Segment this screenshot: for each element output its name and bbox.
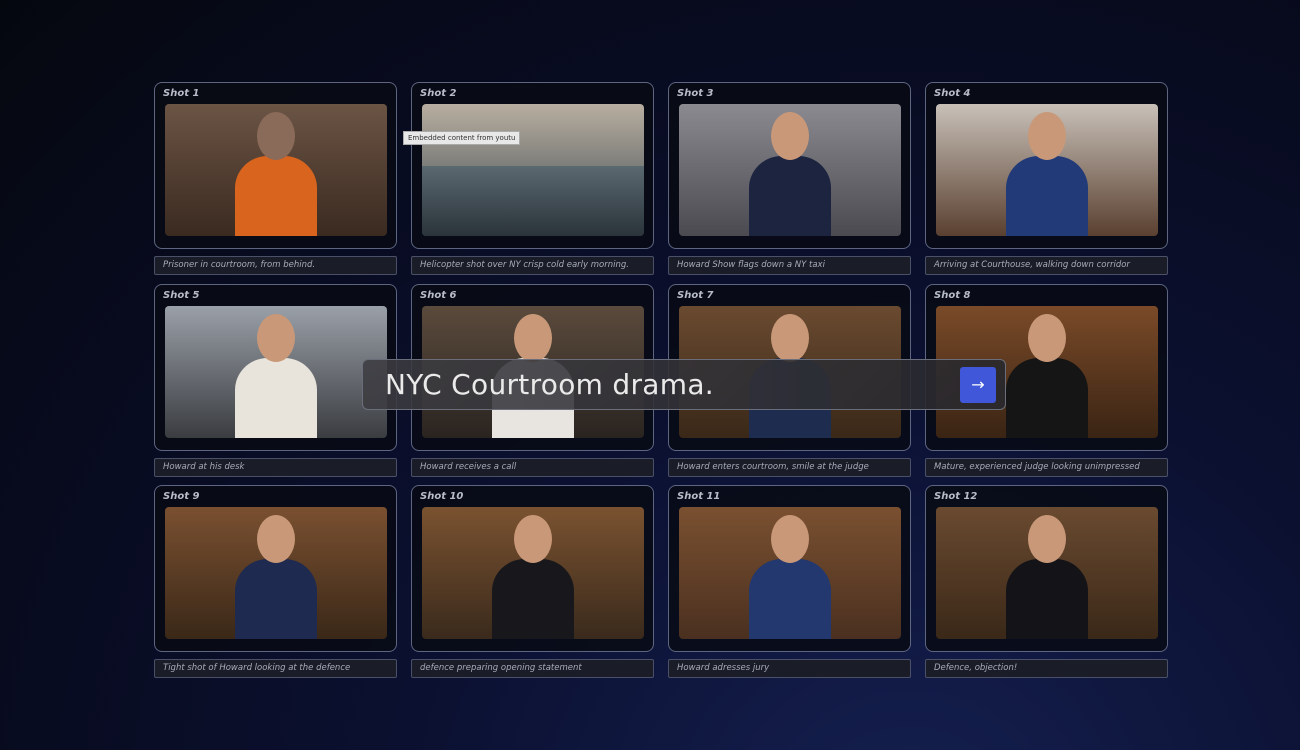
shot-thumbnail[interactable] [422, 104, 644, 236]
shot-caption-field[interactable]: Arriving at Courthouse, walking down cor… [925, 256, 1168, 275]
shot-caption-field[interactable]: Tight shot of Howard looking at the defe… [154, 659, 397, 678]
shot-label: Shot 10 [420, 491, 464, 502]
figure-shape [235, 358, 317, 438]
prompt-bar[interactable]: NYC Courtroom drama. → [362, 359, 1006, 410]
figure-head [771, 112, 809, 160]
shot-label: Shot 6 [420, 290, 457, 301]
shot-caption-field[interactable]: Howard receives a call [411, 458, 654, 477]
figure-shape [1006, 358, 1088, 438]
figure-shape [235, 156, 317, 236]
shot-label: Shot 1 [163, 88, 200, 99]
shot-label: Shot 12 [934, 491, 978, 502]
shot-caption-field[interactable]: Howard Show flags down a NY taxi [668, 256, 911, 275]
figure-head [257, 314, 295, 362]
shot-card[interactable]: Shot 10 [411, 485, 654, 652]
shot-thumbnail[interactable] [679, 507, 901, 639]
shot-thumbnail[interactable] [422, 507, 644, 639]
embed-tooltip: Embedded content from youtu [403, 131, 521, 145]
shot-label: Shot 4 [934, 88, 971, 99]
shot-thumbnail[interactable] [165, 104, 387, 236]
shot-card[interactable]: Shot 3 [668, 82, 911, 249]
shot-caption-field[interactable]: Howard adresses jury [668, 659, 911, 678]
shot-caption-field[interactable]: Defence, objection! [925, 659, 1168, 678]
figure-head [771, 314, 809, 362]
figure-shape [235, 559, 317, 639]
skyline-shape [422, 166, 644, 236]
shot-label: Shot 5 [163, 290, 200, 301]
shot-caption-field[interactable]: defence preparing opening statement [411, 659, 654, 678]
shot-caption-field[interactable]: Howard enters courtroom, smile at the ju… [668, 458, 911, 477]
shot-card[interactable]: Shot 1 [154, 82, 397, 249]
shot-label: Shot 7 [677, 290, 714, 301]
shot-thumbnail[interactable] [165, 306, 387, 438]
shot-caption-field[interactable]: Helicopter shot over NY crisp cold early… [411, 256, 654, 275]
figure-head [771, 515, 809, 563]
figure-shape [749, 559, 831, 639]
shot-caption-field[interactable]: Prisoner in courtroom, from behind. [154, 256, 397, 275]
figure-head [1028, 314, 1066, 362]
shot-thumbnail[interactable] [165, 507, 387, 639]
shot-thumbnail[interactable] [936, 104, 1158, 236]
figure-shape [749, 156, 831, 236]
shot-thumbnail[interactable] [936, 507, 1158, 639]
submit-button[interactable]: → [960, 366, 996, 403]
figure-shape [1006, 559, 1088, 639]
shot-label: Shot 9 [163, 491, 200, 502]
arrow-right-icon: → [971, 375, 985, 394]
figure-shape [1006, 156, 1088, 236]
shot-card[interactable]: Shot 9 [154, 485, 397, 652]
shot-caption-field[interactable]: Howard at his desk [154, 458, 397, 477]
shot-card[interactable]: Shot 5 [154, 284, 397, 451]
prompt-input[interactable]: NYC Courtroom drama. [363, 368, 960, 401]
figure-head [1028, 112, 1066, 160]
shot-label: Shot 3 [677, 88, 714, 99]
figure-shape [492, 559, 574, 639]
figure-head [514, 314, 552, 362]
figure-head [1028, 515, 1066, 563]
shot-caption-field[interactable]: Mature, experienced judge looking unimpr… [925, 458, 1168, 477]
shot-label: Shot 11 [677, 491, 721, 502]
shot-card[interactable]: Shot 12 [925, 485, 1168, 652]
shot-card[interactable]: Shot 4 [925, 82, 1168, 249]
shot-label: Shot 2 [420, 88, 457, 99]
shot-thumbnail[interactable] [679, 104, 901, 236]
shot-card[interactable]: Shot 2 [411, 82, 654, 249]
shot-label: Shot 8 [934, 290, 971, 301]
figure-head [257, 515, 295, 563]
figure-head [514, 515, 552, 563]
figure-head [257, 112, 295, 160]
shot-card[interactable]: Shot 11 [668, 485, 911, 652]
